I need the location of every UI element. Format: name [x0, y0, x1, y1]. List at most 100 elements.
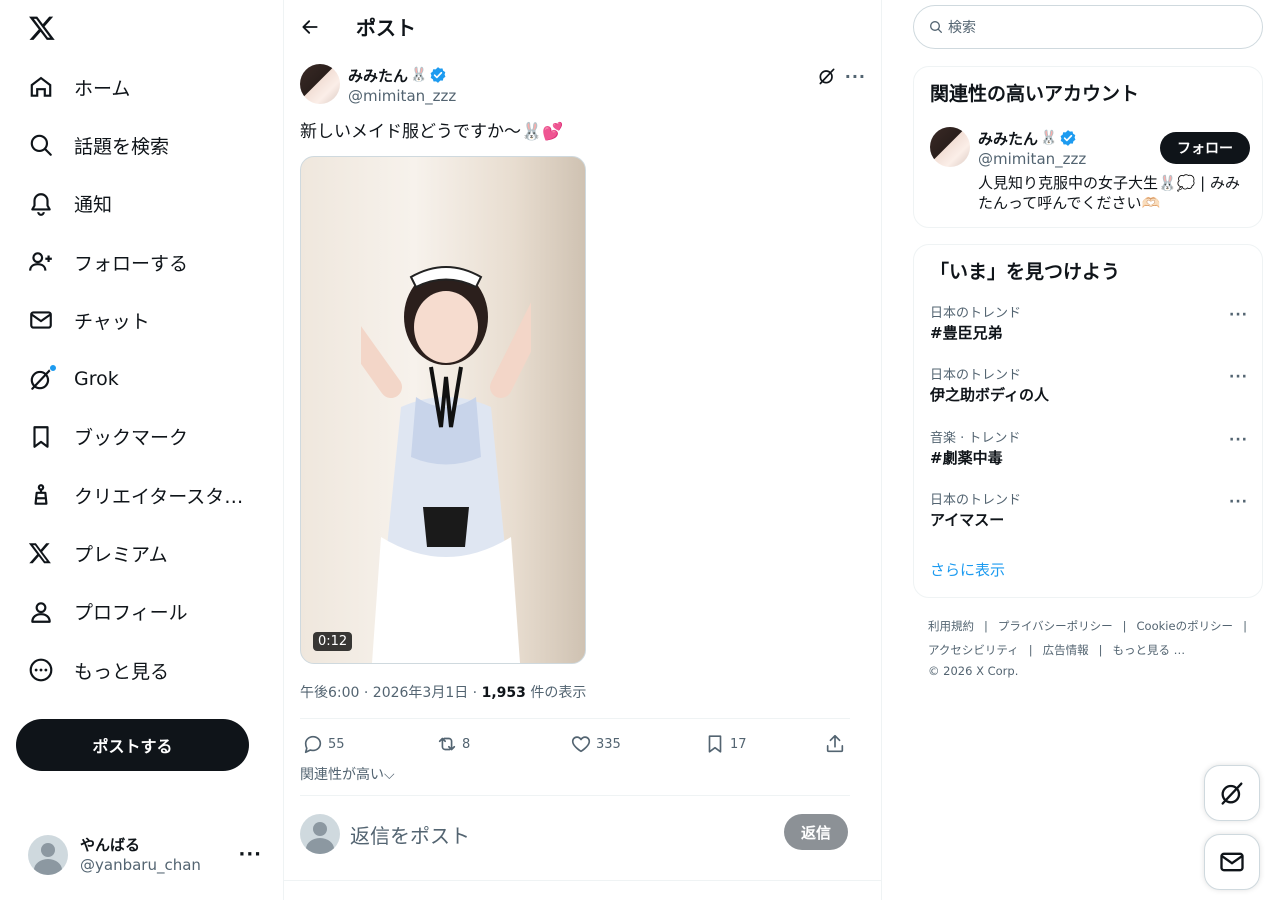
add-user-icon: [28, 249, 54, 275]
nav-profile[interactable]: プロフィール: [16, 583, 276, 641]
more-icon[interactable]: ···: [1229, 369, 1248, 385]
more-icon[interactable]: ···: [1229, 494, 1248, 510]
more-icon[interactable]: ···: [845, 67, 866, 86]
more-icon[interactable]: ···: [238, 844, 262, 865]
next-reply-preview: [284, 880, 882, 900]
bookmark-icon: [28, 424, 54, 450]
trend-category: 日本のトレンド: [930, 493, 1022, 508]
video-duration: 0:12: [313, 632, 353, 651]
like-count: 335: [596, 736, 621, 752]
search-input[interactable]: 検索: [913, 5, 1263, 49]
search-placeholder: 検索: [948, 20, 976, 36]
trend-item[interactable]: 音楽 · トレンド #劇薬中毒 ···: [930, 430, 1250, 468]
mail-icon: [28, 307, 54, 333]
more-icon[interactable]: ···: [1229, 432, 1248, 448]
tweet-meta: 午後6:00 · 2026年3月1日 · 1,953 件の表示: [300, 682, 866, 702]
view-count-suffix: 件の表示: [525, 685, 587, 701]
heart-icon: [571, 736, 591, 753]
right-sidebar: 検索 関連性の高いアカウント みみたん 🐰 @mimitan_zzz 人見知り克…: [912, 0, 1264, 900]
bookmark-icon: [708, 735, 722, 753]
home-icon: [28, 74, 54, 100]
tweet: みみたん 🐰 @mimitan_zzz ··· 新しいメイド服どうですか〜🐰💕: [300, 64, 866, 702]
grok-icon[interactable]: [817, 66, 837, 86]
nav-creator-studio[interactable]: クリエイタースタ…: [16, 466, 276, 524]
tweet-time[interactable]: 午後6:00 · 2026年3月1日 ·: [300, 685, 482, 701]
main-header: ポスト: [284, 0, 881, 53]
nav-home[interactable]: ホーム: [16, 58, 276, 116]
account-name: やんばる: [80, 836, 141, 854]
nav-more[interactable]: もっと見る: [16, 641, 276, 699]
reply-submit-button[interactable]: 返信: [784, 814, 848, 850]
footer: 利用規約 | プライバシーポリシー | Cookieのポリシー | アクセシビリティ |…: [928, 614, 1258, 680]
copyright: © 2026 X Corp.: [928, 664, 1019, 678]
author-name[interactable]: みみたん: [348, 65, 408, 86]
tweet-video[interactable]: 0:12: [300, 156, 586, 664]
footer-link-cookie[interactable]: Cookieのポリシー: [1137, 614, 1234, 638]
like-button[interactable]: 335: [570, 733, 621, 755]
more-icon[interactable]: ···: [1229, 307, 1248, 323]
avatar: [28, 835, 68, 875]
footer-link-terms[interactable]: 利用規約: [928, 614, 974, 638]
footer-link-privacy[interactable]: プライバシーポリシー: [998, 614, 1113, 638]
trends-card: 「いま」を見つけよう 日本のトレンド #豊臣兄弟 ··· 日本のトレンド 伊之助…: [913, 244, 1263, 598]
nav-grok[interactable]: Grok: [16, 349, 276, 407]
nav-notifications-label: 通知: [74, 194, 113, 217]
tweet-action-bar: 55 8 335 17: [300, 718, 850, 768]
reply-count: 55: [328, 736, 345, 752]
footer-link-more[interactable]: もっと見る …: [1112, 638, 1185, 662]
page-title: ポスト: [356, 16, 416, 40]
related-account-name[interactable]: みみたん: [978, 128, 1038, 149]
nav-follow[interactable]: フォローする: [16, 233, 276, 291]
follow-button[interactable]: フォロー: [1160, 132, 1250, 164]
primary-nav: ホーム 話題を検索 通知 フォローする チャット Grok ブックマーク クリエ…: [16, 58, 276, 699]
reply-sort-dropdown[interactable]: 関連性が高い⌵: [300, 764, 395, 784]
related-accounts-title: 関連性の高いアカウント: [930, 83, 1140, 105]
reply-button[interactable]: 55: [302, 733, 345, 755]
x-premium-icon: [28, 541, 54, 567]
trend-name: #劇薬中毒: [930, 449, 1003, 467]
share-button[interactable]: [824, 733, 850, 755]
search-icon: [28, 132, 54, 158]
nav-premium-label: プレミアム: [74, 544, 168, 567]
trend-item[interactable]: 日本のトレンド アイマスー ···: [930, 492, 1250, 530]
messages-floating-button[interactable]: [1204, 834, 1260, 890]
trend-item[interactable]: 日本のトレンド 伊之助ボディの人 ···: [930, 367, 1250, 405]
author-emoji: 🐰: [410, 67, 428, 83]
main-column: ポスト みみたん 🐰 @mimitan_zzz ··· 新しいメイド服どうですか…: [284, 0, 882, 900]
grok-icon: [1221, 782, 1243, 805]
nav-explore[interactable]: 話題を検索: [16, 116, 276, 174]
trend-item[interactable]: 日本のトレンド #豊臣兄弟 ···: [930, 305, 1250, 343]
bookmark-button[interactable]: 17: [704, 733, 747, 755]
repost-icon: [438, 737, 456, 751]
verified-badge-icon: [429, 66, 447, 84]
creator-studio-icon: [28, 482, 54, 508]
view-count: 1,953: [481, 685, 526, 701]
nav-grok-label: Grok: [74, 367, 119, 390]
left-sidebar: ホーム 話題を検索 通知 フォローする チャット Grok ブックマーク クリエ…: [0, 0, 284, 900]
nav-chat[interactable]: チャット: [16, 291, 276, 349]
account-switcher[interactable]: やんばる @yanbaru_chan ···: [16, 826, 276, 884]
post-button[interactable]: ポストする: [16, 719, 249, 771]
bell-icon: [28, 191, 54, 217]
repost-button[interactable]: 8: [436, 733, 470, 755]
footer-link-ads[interactable]: 広告情報: [1043, 638, 1089, 662]
reply-input[interactable]: 返信をポスト: [350, 820, 470, 849]
back-arrow-icon[interactable]: [300, 17, 320, 37]
nav-premium[interactable]: プレミアム: [16, 524, 276, 582]
trend-name: #豊臣兄弟: [930, 324, 1003, 342]
x-logo-icon[interactable]: [22, 8, 62, 48]
grok-floating-button[interactable]: [1204, 765, 1260, 821]
show-more-link[interactable]: さらに表示: [930, 559, 1005, 580]
bookmark-count: 17: [730, 736, 747, 752]
author-avatar[interactable]: [300, 64, 340, 104]
author-handle[interactable]: @mimitan_zzz: [348, 86, 456, 106]
repost-count: 8: [462, 736, 471, 752]
nav-bookmarks[interactable]: ブックマーク: [16, 408, 276, 466]
grok-icon: [28, 363, 57, 392]
trend-name: 伊之助ボディの人: [930, 386, 1049, 404]
trend-category: 音楽 · トレンド: [930, 431, 1021, 446]
nav-notifications[interactable]: 通知: [16, 175, 276, 233]
related-account-avatar[interactable]: [930, 127, 970, 167]
nav-profile-label: プロフィール: [74, 602, 188, 625]
footer-link-accessibility[interactable]: アクセシビリティ: [928, 638, 1019, 662]
